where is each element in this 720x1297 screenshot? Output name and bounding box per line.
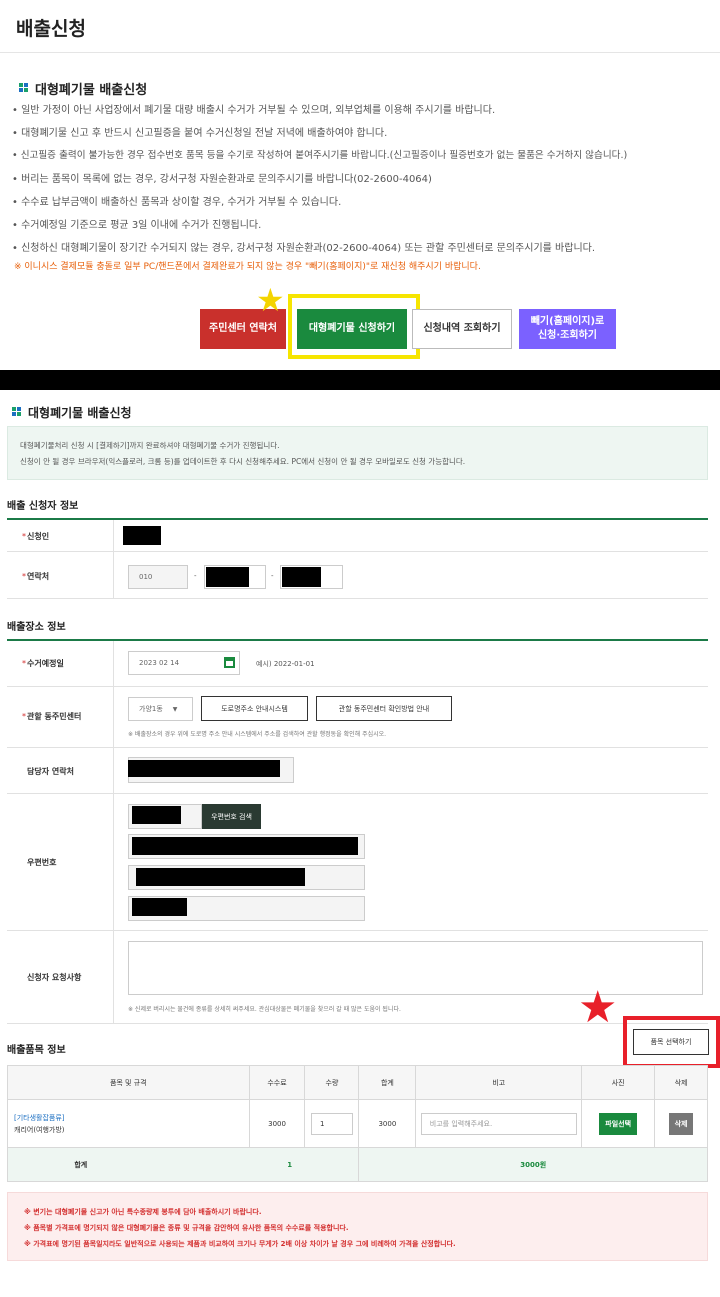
total-amount: 3000원	[358, 1147, 708, 1182]
intro-bullet: • 일반 가정이 아닌 사업장에서 폐기물 대량 배출시 수거가 거부될 수 있…	[12, 105, 496, 116]
row-divider	[7, 793, 708, 794]
dash-separator: -	[271, 572, 274, 580]
form-heading-text: 대형폐기물 배출신청	[28, 406, 132, 420]
total-row: 합계 1 3000원	[6, 1147, 708, 1182]
info-line: 신청이 안 될 경우 브라우저(익스플로러, 크롬 등)를 업데이트한 후 다시…	[20, 457, 466, 466]
date-example: 예시) 2022-01-01	[256, 660, 315, 668]
photo-cell: 파일선택	[581, 1099, 656, 1148]
info-line: 대형폐기물처리 신청 시 [결제하기]까지 완료하셔야 대형폐기물 수거가 진행…	[20, 441, 280, 450]
postal-label: 우편번호	[27, 858, 57, 867]
column-header: 품목 및 규격	[7, 1065, 250, 1100]
form-heading: 대형폐기물 배출신청	[7, 404, 132, 421]
qty-cell: 1	[304, 1099, 360, 1148]
row-divider	[7, 598, 708, 599]
warning-line: ※ 가격표에 명기된 품목일지라도 일반적으로 사용되는 제품과 비교하여 크기…	[24, 1240, 456, 1248]
history-button[interactable]: 신청내역 조회하기	[412, 309, 512, 349]
items-section-title: 배출품목 정보	[7, 1045, 66, 1056]
section-icon	[19, 83, 30, 94]
calendar-icon[interactable]	[224, 657, 235, 668]
title-divider	[0, 52, 720, 53]
place-section-title: 배출장소 정보	[7, 622, 66, 633]
delete-cell: 삭제	[654, 1099, 708, 1148]
web-apply-label-1: 빼기(홈페이지)로	[530, 316, 605, 327]
total-label: 합계 1	[6, 1147, 360, 1182]
manager-label: 담당자 연락처	[27, 767, 74, 776]
district-check-button[interactable]: 관할 동주민센터 확인방법 안내	[316, 696, 452, 721]
district-select[interactable]: 가양1동 ▼	[128, 697, 193, 721]
column-header: 수량	[304, 1065, 360, 1100]
phone-prefix-input[interactable]: 010	[128, 565, 188, 589]
column-divider	[113, 520, 114, 598]
intro-bullet: • 신고필증 출력이 불가능한 경우 접수번호 품목 등을 수기로 작성하여 붙…	[12, 150, 628, 161]
intro-bullet: • 수수료 납부금액이 배출하신 품목과 상이할 경우, 수거가 거부될 수 있…	[12, 197, 342, 208]
star-icon: ★	[578, 982, 618, 1033]
applicant-label: *신청인	[22, 532, 50, 541]
date-value: 2023 02 14	[139, 659, 180, 667]
redacted-contact	[128, 760, 280, 777]
info-box: 대형폐기물처리 신청 시 [결제하기]까지 완료하셔야 대형폐기물 수거가 진행…	[7, 426, 708, 480]
item-category: [기타생활잡품류]	[14, 1113, 65, 1122]
warning-line: ※ 품목별 가격표에 명기되지 않은 대형폐기물은 종류 및 규격을 감안하여 …	[24, 1224, 349, 1232]
postal-search-button[interactable]: 우편번호 검색	[202, 804, 261, 829]
web-apply-button[interactable]: 빼기(홈페이지)로신청·조회하기	[519, 309, 616, 349]
star-icon: ★	[256, 281, 285, 319]
note-cell: 비고를 입력해주세요.	[415, 1099, 583, 1148]
intro-bullet: • 신청하신 대형폐기물이 장기간 수거되지 않는 경우, 강서구청 자원순환과…	[12, 243, 596, 254]
intro-bullet: • 대형폐기물 신고 후 반드시 신고필증을 붙여 수거신청일 전날 저녁에 배…	[12, 128, 388, 139]
redacted-name	[123, 526, 161, 545]
separator-bar	[0, 370, 720, 390]
row-divider	[7, 930, 708, 931]
contact-label: *연락처	[22, 572, 50, 581]
qty-input[interactable]: 1	[310, 1112, 353, 1135]
note-input[interactable]: 비고를 입력해주세요.	[420, 1112, 577, 1135]
warning-line: ※ 변기는 대형폐기물 신고가 아닌 특수종량제 봉투에 담아 배출하시기 바랍…	[24, 1208, 262, 1216]
section-icon	[12, 407, 23, 418]
table-header-row: 품목 및 규격 수수료 수량 합계 비고 사진 삭제	[7, 1065, 708, 1100]
redacted-phone	[282, 567, 321, 587]
intro-bullet: • 버리는 품목이 목록에 없는 경우, 강서구청 자원순환과로 문의주시기를 …	[12, 174, 432, 185]
file-select-button[interactable]: 파일선택	[599, 1112, 638, 1135]
column-divider	[113, 641, 114, 1024]
intro-bullet: • 수거예정일 기준으로 평균 3일 이내에 수거가 진행됩니다.	[12, 220, 262, 231]
apply-button[interactable]: 대형폐기물 신청하기	[297, 309, 407, 349]
row-divider	[7, 686, 708, 687]
total-qty: 1	[287, 1160, 293, 1169]
item-spec: 캐리어(여행가방)	[14, 1125, 65, 1134]
items-table: 품목 및 규격 수수료 수량 합계 비고 사진 삭제 [기타생활잡품류] 캐리어…	[6, 1065, 708, 1182]
row-divider	[7, 551, 708, 552]
district-note: ※ 배출장소의 경우 위에 도로명 주소 안내 시스템에서 주소를 검색하여 관…	[128, 731, 387, 738]
warning-box: ※ 변기는 대형폐기물 신고가 아닌 특수종량제 봉투에 담아 배출하시기 바랍…	[7, 1192, 708, 1261]
district-value: 가양1동	[139, 705, 163, 713]
column-header: 삭제	[654, 1065, 708, 1100]
district-label: *관할 동주민센터	[22, 712, 82, 721]
item-cell: [기타생활잡품류] 캐리어(여행가방)	[7, 1099, 250, 1148]
column-header: 수수료	[248, 1065, 306, 1100]
dash-separator: -	[194, 572, 197, 580]
web-apply-label-2: 신청·조회하기	[537, 330, 597, 341]
date-label: *수거예정일	[22, 659, 64, 668]
road-address-button[interactable]: 도로명주소 안내시스템	[201, 696, 308, 721]
chevron-down-icon: ▼	[172, 705, 178, 713]
column-header: 비고	[415, 1065, 583, 1100]
delete-button[interactable]: 삭제	[668, 1112, 694, 1135]
sum-cell: 3000	[358, 1099, 417, 1148]
redacted-phone	[206, 567, 249, 587]
fee-cell: 3000	[248, 1099, 306, 1148]
redacted-address	[132, 837, 358, 855]
request-note: ※ 신제로 버리시는 물건에 종류를 상세히 써주세요. 관심대상물은 폐기물을…	[128, 1006, 401, 1013]
request-label: 신청자 요청사항	[27, 973, 82, 982]
redacted-address-extra	[132, 898, 187, 916]
inicis-warning: ※ 이니시스 결제모듈 충돌로 일부 PC/핸드폰에서 결제완료가 되지 않는 …	[14, 262, 481, 272]
applicant-section-title: 배출 신청자 정보	[7, 501, 79, 512]
intro-heading: 대형폐기물 배출신청	[14, 79, 147, 98]
page-title: 배출신청	[16, 18, 86, 40]
select-items-button[interactable]: 품목 선택하기	[633, 1029, 709, 1055]
intro-heading-text: 대형폐기물 배출신청	[35, 83, 148, 98]
column-header: 합계	[358, 1065, 417, 1100]
row-divider	[7, 747, 708, 748]
redacted-postal	[132, 806, 181, 824]
column-header: 사진	[581, 1065, 656, 1100]
table-row: [기타생활잡품류] 캐리어(여행가방) 3000 1 3000 비고를 입력해주…	[7, 1099, 708, 1148]
redacted-address-detail	[136, 868, 305, 886]
